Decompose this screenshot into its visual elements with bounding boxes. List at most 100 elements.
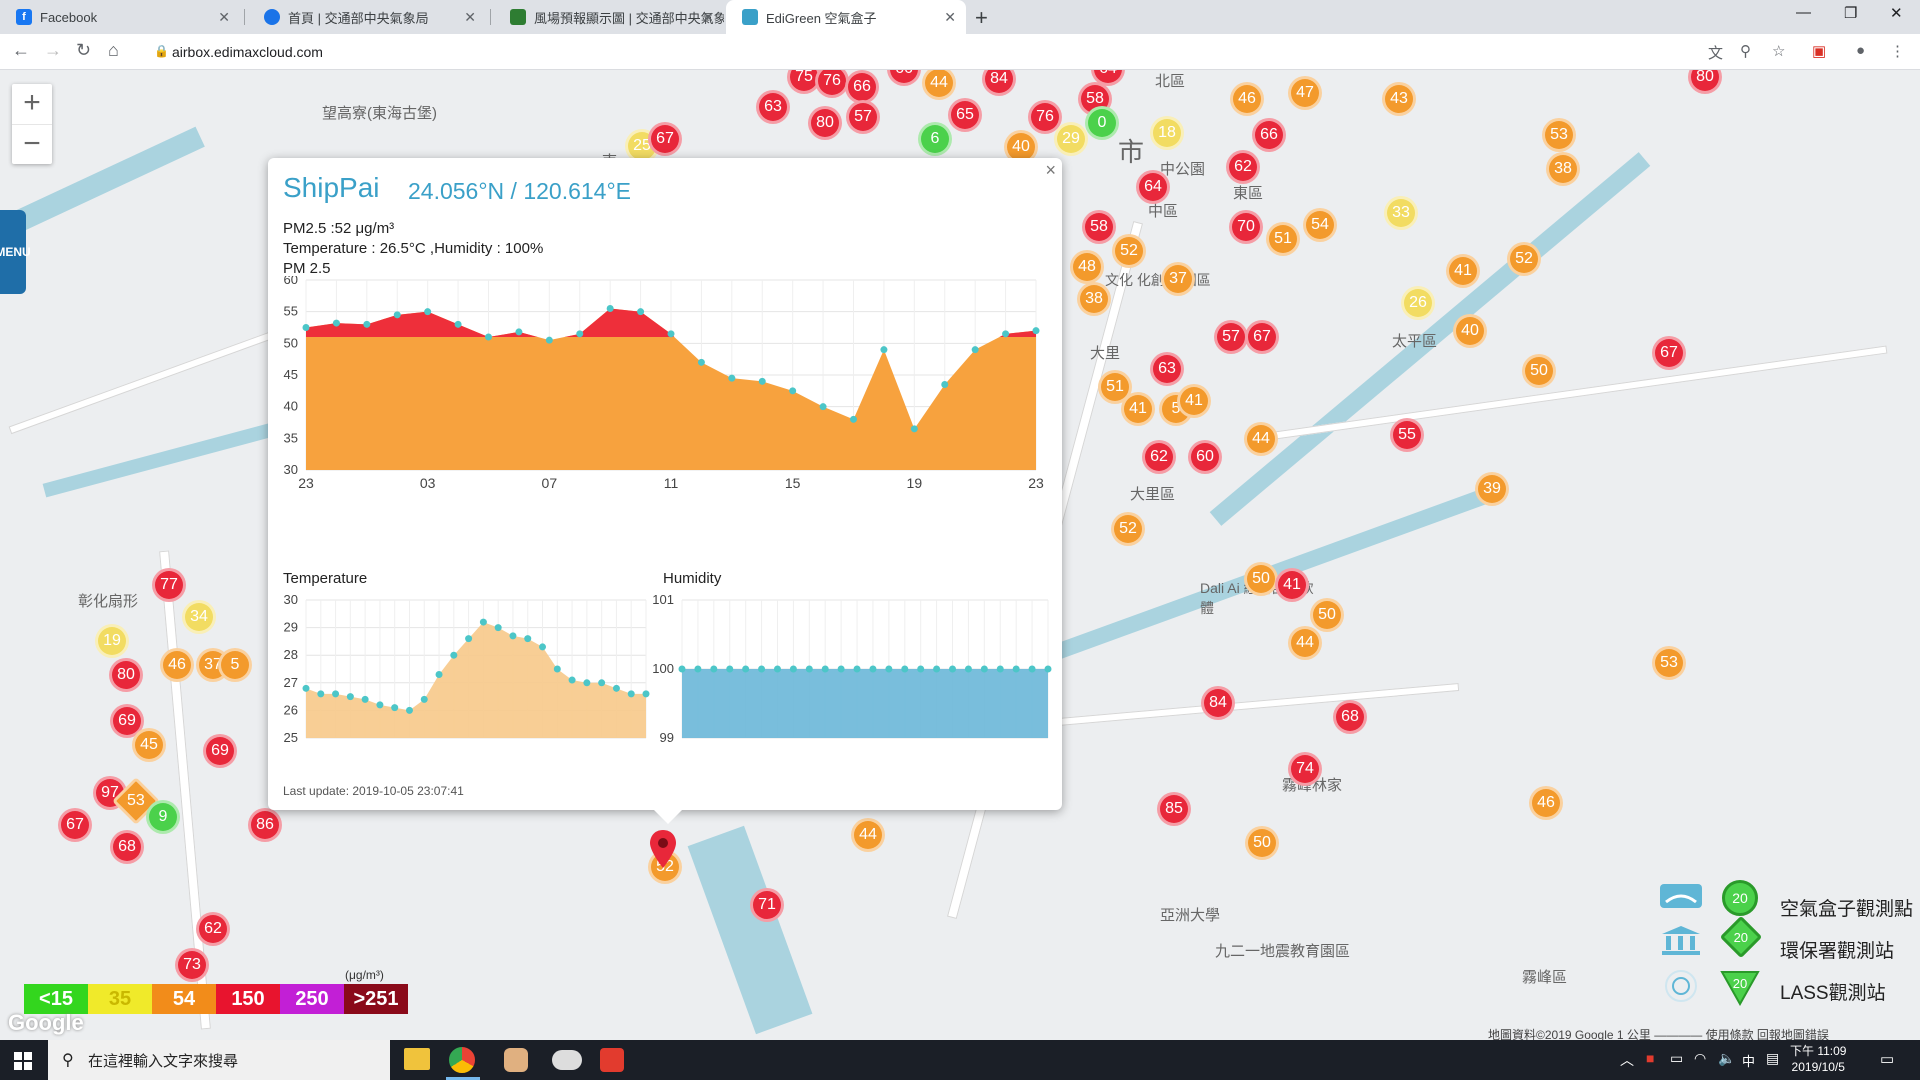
air-marker[interactable]: 52 xyxy=(1507,242,1541,276)
air-marker[interactable]: 45 xyxy=(132,728,166,762)
air-marker[interactable]: 71 xyxy=(750,888,784,922)
air-marker[interactable]: 57 xyxy=(1214,320,1248,354)
close-icon[interactable]: ✕ xyxy=(218,9,230,26)
taskbar-clock[interactable]: 下午 11:09 2019/10/5 xyxy=(1790,1043,1846,1075)
air-marker[interactable]: 26 xyxy=(1401,286,1435,320)
tray-chevron-icon[interactable]: ︿ xyxy=(1620,1050,1634,1070)
air-marker[interactable]: 80 xyxy=(808,106,842,140)
air-marker[interactable]: 55 xyxy=(1390,418,1424,452)
air-marker[interactable]: 52 xyxy=(1111,512,1145,546)
air-marker[interactable]: 74 xyxy=(1288,752,1322,786)
air-marker[interactable]: 60 xyxy=(1188,440,1222,474)
air-marker[interactable]: 62 xyxy=(1226,150,1260,184)
file-explorer-icon[interactable] xyxy=(404,1048,430,1070)
air-marker[interactable]: 68 xyxy=(1333,700,1367,734)
air-marker[interactable]: 50 xyxy=(1245,826,1279,860)
star-icon[interactable]: ☆ xyxy=(1772,42,1785,60)
profile-icon[interactable]: ● xyxy=(1856,42,1865,59)
air-marker[interactable]: 85 xyxy=(1157,792,1191,826)
tab-cwb-home[interactable]: 首頁 | 交通部中央氣象局 ✕ xyxy=(248,0,486,34)
home-icon[interactable]: ⌂ xyxy=(108,40,119,61)
close-icon[interactable]: ✕ xyxy=(944,9,956,26)
air-marker[interactable]: 70 xyxy=(1229,210,1263,244)
more-menu-icon[interactable]: ⋮ xyxy=(1890,42,1905,60)
air-marker[interactable]: 39 xyxy=(1475,472,1509,506)
air-marker[interactable]: 19 xyxy=(95,624,129,658)
air-marker[interactable]: 47 xyxy=(1288,76,1322,110)
air-marker[interactable]: 76 xyxy=(815,70,849,98)
taskbar-search-box[interactable]: ⚲ 在這裡輸入文字來搜尋 xyxy=(48,1040,390,1080)
popup-close-button[interactable]: × xyxy=(1045,160,1056,181)
close-window-button[interactable]: ✕ xyxy=(1890,4,1903,22)
air-marker[interactable]: 84 xyxy=(1201,686,1235,720)
air-marker[interactable]: 6 xyxy=(918,122,952,156)
air-marker[interactable]: 44 xyxy=(1244,422,1278,456)
air-marker[interactable]: 40 xyxy=(1453,314,1487,348)
air-marker[interactable]: 63 xyxy=(1150,352,1184,386)
air-marker[interactable]: 9 xyxy=(146,800,180,834)
air-marker[interactable]: 66 xyxy=(887,70,921,86)
restore-button[interactable]: ❐ xyxy=(1844,4,1857,22)
air-marker[interactable]: 67 xyxy=(1245,320,1279,354)
minimize-button[interactable]: — xyxy=(1796,4,1811,21)
volume-icon[interactable]: 🔈 xyxy=(1718,1050,1735,1067)
air-marker[interactable]: 66 xyxy=(1252,118,1286,152)
air-marker[interactable]: 67 xyxy=(58,808,92,842)
keyboard-icon[interactable]: ▤ xyxy=(1766,1050,1779,1067)
address-bar[interactable]: 🔒 airbox.edimaxcloud.com xyxy=(140,38,1700,66)
air-marker[interactable]: 69 xyxy=(203,734,237,768)
air-marker[interactable]: 50 xyxy=(1244,562,1278,596)
air-marker[interactable]: 46 xyxy=(1529,786,1563,820)
ime-indicator[interactable]: 中 xyxy=(1742,1051,1755,1070)
new-tab-button[interactable]: + xyxy=(975,5,988,31)
air-marker[interactable]: 41 xyxy=(1275,568,1309,602)
chrome-icon[interactable] xyxy=(448,1046,476,1074)
back-button[interactable]: ← xyxy=(12,40,30,61)
tab-wind-forecast[interactable]: 風場預報顯示圖 | 交通部中央氣象 ✕ xyxy=(494,0,724,34)
air-marker[interactable]: 57 xyxy=(846,100,880,134)
air-marker[interactable]: 62 xyxy=(196,912,230,946)
air-marker[interactable]: 41 xyxy=(1177,384,1211,418)
air-marker[interactable]: 84 xyxy=(982,70,1016,96)
air-marker[interactable]: 43 xyxy=(1382,82,1416,116)
air-marker[interactable]: 80 xyxy=(1688,70,1722,94)
air-marker[interactable]: 62 xyxy=(1142,440,1176,474)
air-marker[interactable]: 73 xyxy=(175,948,209,982)
air-marker[interactable]: 54 xyxy=(1303,208,1337,242)
air-marker[interactable]: 68 xyxy=(110,830,144,864)
air-marker[interactable]: 33 xyxy=(1384,196,1418,230)
forward-button[interactable]: → xyxy=(44,40,62,61)
air-marker[interactable]: 37 xyxy=(1161,262,1195,296)
battery-icon[interactable]: ▭ xyxy=(1670,1050,1683,1067)
air-marker[interactable]: 29 xyxy=(1054,122,1088,156)
air-marker[interactable]: 53 xyxy=(1542,118,1576,152)
close-icon[interactable]: ✕ xyxy=(702,9,714,26)
air-marker[interactable]: 67 xyxy=(1652,336,1686,370)
extension-icon[interactable]: ▣ xyxy=(1812,42,1826,60)
air-marker[interactable]: 34 xyxy=(182,600,216,634)
location-pin-icon[interactable] xyxy=(648,828,678,870)
app-icon[interactable] xyxy=(600,1048,624,1072)
air-marker[interactable]: 52 xyxy=(1112,234,1146,268)
air-marker[interactable]: 64 xyxy=(1136,170,1170,204)
menu-button[interactable]: MENU xyxy=(0,210,31,294)
zoom-in-button[interactable]: + xyxy=(12,84,52,124)
air-marker[interactable]: 80 xyxy=(109,658,143,692)
air-marker[interactable]: 77 xyxy=(152,568,186,602)
notification-icon[interactable]: ▭ xyxy=(1880,1050,1894,1068)
zoom-out-button[interactable]: − xyxy=(12,124,52,164)
air-marker[interactable]: 5 xyxy=(218,648,252,682)
air-marker[interactable]: 58 xyxy=(1082,210,1116,244)
air-marker[interactable]: 44 xyxy=(851,818,885,852)
zoom-icon[interactable]: ⚲ xyxy=(1740,42,1751,60)
air-marker[interactable]: 18 xyxy=(1150,116,1184,150)
air-marker[interactable]: 44 xyxy=(922,70,956,100)
app-icon[interactable] xyxy=(552,1050,582,1070)
app-icon[interactable] xyxy=(504,1048,528,1072)
air-marker[interactable]: 51 xyxy=(1266,222,1300,256)
tray-app-icon[interactable]: ■ xyxy=(1646,1050,1654,1066)
air-marker[interactable]: 0 xyxy=(1085,106,1119,140)
close-icon[interactable]: ✕ xyxy=(464,9,476,26)
tab-edigreen[interactable]: EdiGreen 空氣盒子 ✕ xyxy=(726,0,966,34)
map-attribution[interactable]: 地圖資料©2019 Google 1 公里 ———— 使用條款 回報地圖錯誤 xyxy=(1488,1026,1829,1040)
